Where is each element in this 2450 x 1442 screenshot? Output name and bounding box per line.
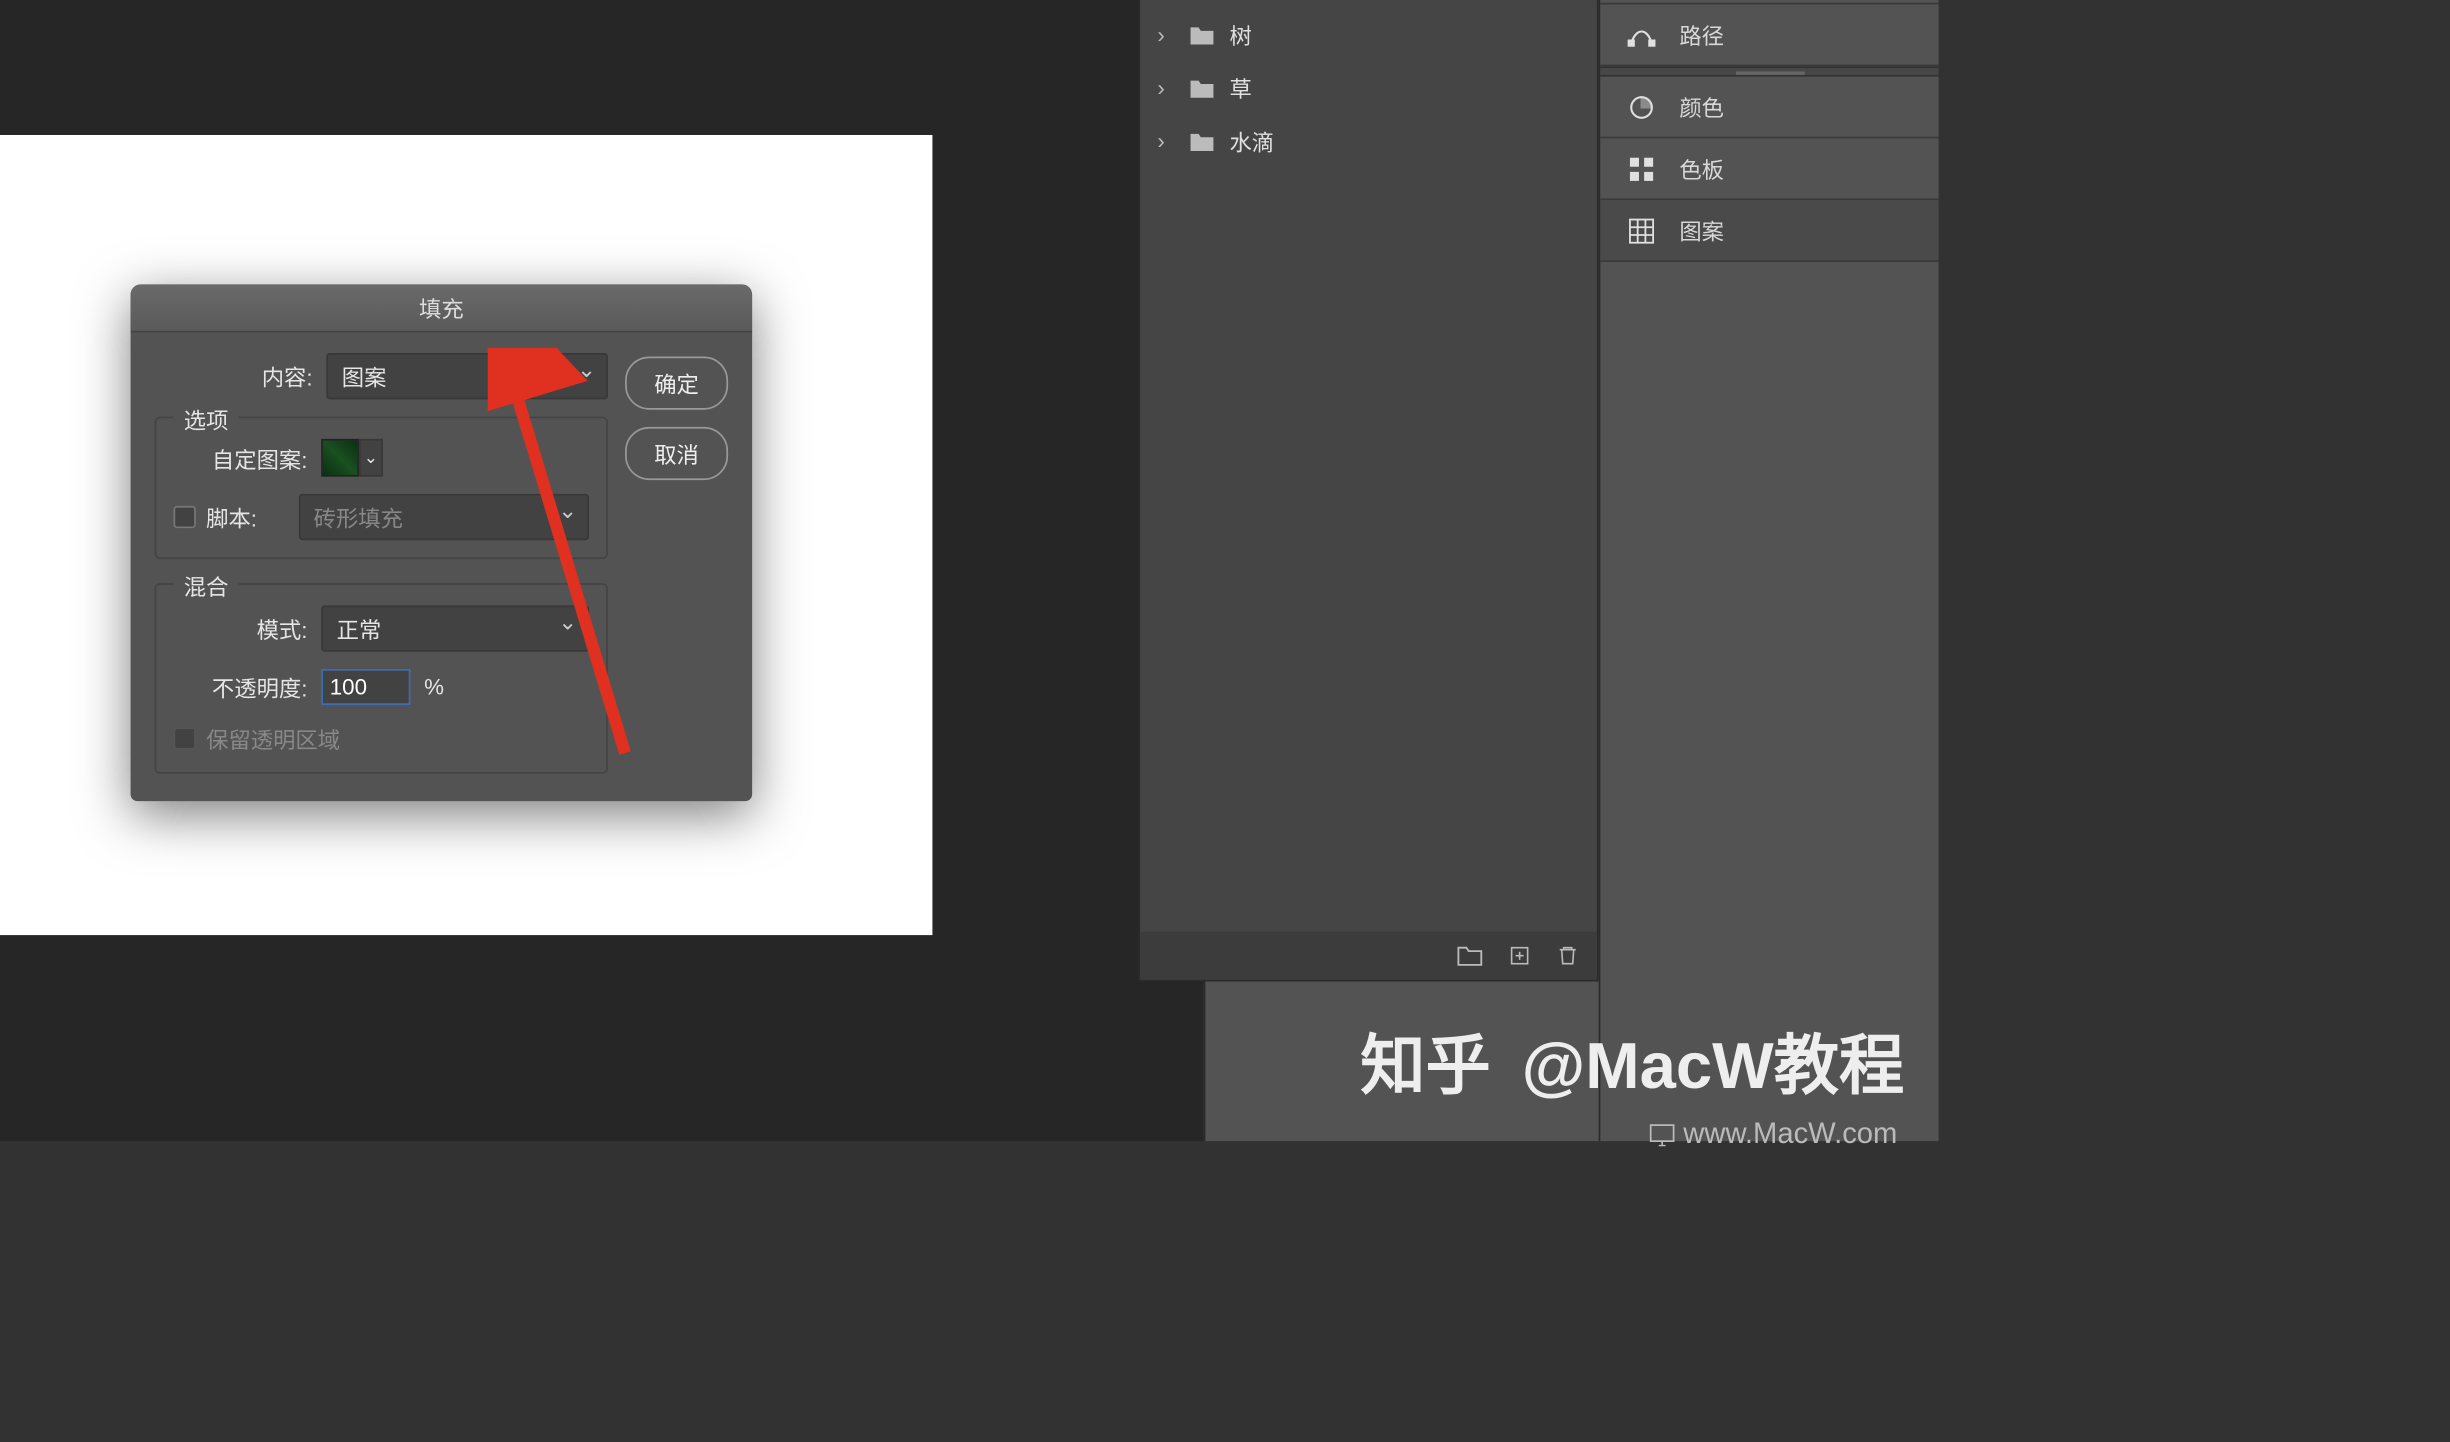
swatches-icon bbox=[1621, 153, 1662, 184]
pattern-folder[interactable]: › 草 bbox=[1140, 61, 1597, 114]
pattern-folder-list: › 树 › 草 › 水滴 bbox=[1140, 1, 1597, 174]
chevron-right-icon: › bbox=[1157, 22, 1174, 48]
script-checkbox[interactable] bbox=[174, 506, 196, 528]
options-fieldset: 选项 自定图案: ⌄ 脚本: 砖形填充 bbox=[155, 417, 608, 560]
pattern-folder[interactable]: › 水滴 bbox=[1140, 114, 1597, 167]
paths-panel-tab[interactable]: 路径 bbox=[1600, 4, 1938, 66]
trash-icon[interactable] bbox=[1556, 944, 1580, 968]
dialog-title: 填充 bbox=[131, 284, 753, 332]
folder-icon bbox=[1188, 129, 1215, 153]
paths-icon bbox=[1621, 19, 1662, 50]
patterns-panel-tab[interactable]: 图案 bbox=[1600, 200, 1938, 262]
folder-icon bbox=[1188, 76, 1215, 100]
folder-icon bbox=[1188, 23, 1215, 47]
pattern-thumbnail bbox=[321, 439, 359, 477]
mode-select[interactable]: 正常 bbox=[321, 605, 589, 651]
new-folder-icon[interactable] bbox=[1456, 944, 1483, 968]
color-icon bbox=[1621, 91, 1662, 122]
mode-label: 模式: bbox=[174, 612, 308, 645]
canvas-area[interactable]: 填充 内容: 图案 选项 自定图案: ⌄ bbox=[0, 0, 1204, 1141]
preserve-transparency-checkbox bbox=[174, 727, 196, 749]
pattern-folder[interactable]: › 树 bbox=[1140, 8, 1597, 61]
new-item-icon[interactable] bbox=[1508, 944, 1532, 968]
script-label: 脚本: bbox=[206, 501, 257, 534]
patterns-icon bbox=[1621, 215, 1662, 246]
fill-dialog: 填充 内容: 图案 选项 自定图案: ⌄ bbox=[131, 284, 753, 801]
script-select: 砖形填充 bbox=[298, 494, 589, 540]
content-select[interactable]: 图案 bbox=[326, 353, 608, 399]
chevron-right-icon: › bbox=[1157, 75, 1174, 101]
swatches-panel-tab[interactable]: 色板 bbox=[1600, 138, 1938, 200]
color-panel-tab[interactable]: 颜色 bbox=[1600, 77, 1938, 139]
panel-dock-right: 图层 通道 路径 颜色 色板 图案 bbox=[1599, 0, 1939, 1141]
panel-footer bbox=[1140, 932, 1597, 980]
preserve-transparency-label: 保留透明区域 bbox=[206, 722, 340, 755]
patterns-panel: 颜色 色板 图案 » ≡ › 树 › 草 › 水滴 bbox=[1138, 0, 1598, 981]
pattern-picker[interactable]: ⌄ bbox=[321, 439, 383, 477]
chevron-down-icon[interactable]: ⌄ bbox=[359, 439, 383, 477]
content-label: 内容: bbox=[155, 360, 313, 393]
blend-fieldset: 混合 模式: 正常 不透明度: % 保留透明区域 bbox=[155, 583, 608, 774]
cancel-button[interactable]: 取消 bbox=[625, 427, 728, 480]
ok-button[interactable]: 确定 bbox=[625, 356, 728, 409]
opacity-input[interactable] bbox=[321, 669, 410, 705]
custom-pattern-label: 自定图案: bbox=[174, 441, 308, 474]
chevron-right-icon: › bbox=[1157, 128, 1174, 154]
opacity-label: 不透明度: bbox=[174, 671, 308, 704]
